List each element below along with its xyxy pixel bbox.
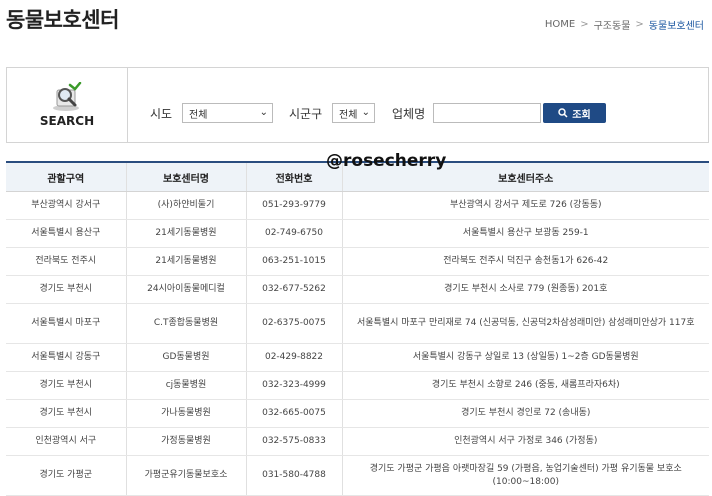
search-label: SEARCH <box>39 114 95 128</box>
search-panel: SEARCH 시도 전체 ⌄ 시군구 전체 ⌄ 업체명 조회 <box>6 67 709 143</box>
cell-name: 24시아이동물메디컬 <box>126 275 247 304</box>
cell-phone: 02-6375-0075 <box>246 303 343 344</box>
page-title: 동물보호센터 <box>6 8 119 32</box>
breadcrumb-current[interactable]: 동물보호센터 <box>649 17 704 32</box>
sido-select-value: 전체 <box>189 109 208 121</box>
breadcrumb: HOME > 구조동물 > 동물보호센터 <box>545 17 704 32</box>
chevron-down-icon: ⌄ <box>361 107 370 118</box>
table-row[interactable]: 전라북도 전주시 21세기동물병원 063-251-1015 전라북도 전주시 … <box>6 247 709 276</box>
table-row[interactable]: 경기도 가평군 가평군유기동물보호소 031-580-4788 경기도 가평군 … <box>6 455 709 496</box>
cell-address: 경기도 부천시 소사로 779 (원종동) 201호 <box>342 275 709 304</box>
column-header-name: 보호센터명 <box>126 161 247 192</box>
cell-name: (사)하얀비둘기 <box>126 191 247 220</box>
breadcrumb-rescued-animals[interactable]: 구조동물 <box>594 17 631 32</box>
search-button[interactable]: 조회 <box>543 103 606 123</box>
cell-phone: 02-749-6750 <box>246 219 343 248</box>
sigungu-select-value: 전체 <box>339 109 358 121</box>
cell-name: 21세기동물병원 <box>126 219 247 248</box>
sigungu-select[interactable]: 전체 ⌄ <box>332 103 375 123</box>
table-row[interactable]: 인천광역시 서구 가정동물병원 032-575-0833 인천광역시 서구 가정… <box>6 427 709 456</box>
search-label-block: SEARCH <box>7 68 128 142</box>
cell-address: 서울특별시 강동구 상일로 13 (상일동) 1~2층 GD동물병원 <box>342 343 709 372</box>
chevron-right-icon: > <box>635 19 644 30</box>
search-icon <box>558 108 568 118</box>
table-row[interactable]: 서울특별시 강동구 GD동물병원 02-429-8822 서울특별시 강동구 상… <box>6 343 709 372</box>
cell-region: 경기도 가평군 <box>6 455 127 496</box>
cell-phone: 063-251-1015 <box>246 247 343 276</box>
cell-name: cj동물병원 <box>126 371 247 400</box>
table-row[interactable]: 서울특별시 마포구 C.T종합동물병원 02-6375-0075 서울특별시 마… <box>6 303 709 344</box>
cell-region: 부산광역시 강서구 <box>6 191 127 220</box>
shelter-table: 관할구역 보호센터명 전화번호 보호센터주소 부산광역시 강서구 (사)하얀비둘… <box>6 161 709 496</box>
table-row[interactable]: 부산광역시 강서구 (사)하얀비둘기 051-293-9779 부산광역시 강서… <box>6 191 709 220</box>
search-button-label: 조회 <box>572 109 591 121</box>
cell-name: 21세기동물병원 <box>126 247 247 276</box>
cell-phone: 032-665-0075 <box>246 399 343 428</box>
company-label: 업체명 <box>392 107 426 121</box>
cell-address: 부산광역시 강서구 제도로 726 (강동동) <box>342 191 709 220</box>
sido-select[interactable]: 전체 ⌄ <box>182 103 273 123</box>
cell-name: 가평군유기동물보호소 <box>126 455 247 496</box>
cell-name: GD동물병원 <box>126 343 247 372</box>
breadcrumb-home[interactable]: HOME <box>545 19 575 30</box>
cell-address: 경기도 가평군 가평읍 아랫마장길 59 (가평읍, 농업기술센터) 가평 유기… <box>342 455 709 496</box>
column-header-region: 관할구역 <box>6 161 127 192</box>
cell-region: 서울특별시 용산구 <box>6 219 127 248</box>
cell-region: 서울특별시 강동구 <box>6 343 127 372</box>
watermark-text: @rosecherry <box>326 151 447 171</box>
company-name-input[interactable] <box>433 103 541 123</box>
cell-region: 서울특별시 마포구 <box>6 303 127 344</box>
chevron-down-icon: ⌄ <box>259 107 268 118</box>
cell-name: 가나동물병원 <box>126 399 247 428</box>
cell-region: 경기도 부천시 <box>6 399 127 428</box>
cell-phone: 031-580-4788 <box>246 455 343 496</box>
table-row[interactable]: 경기도 부천시 가나동물병원 032-665-0075 경기도 부천시 경인로 … <box>6 399 709 428</box>
cell-phone: 02-429-8822 <box>246 343 343 372</box>
cell-region: 전라북도 전주시 <box>6 247 127 276</box>
cell-phone: 032-575-0833 <box>246 427 343 456</box>
cell-address: 서울특별시 마포구 만리재로 74 (신공덕동, 신공덕2차삼성래미안) 삼성래… <box>342 303 709 344</box>
cell-address: 인천광역시 서구 가정로 346 (가정동) <box>342 427 709 456</box>
cell-name: 가정동물병원 <box>126 427 247 456</box>
cell-address: 전라북도 전주시 덕진구 송천동1가 626-42 <box>342 247 709 276</box>
cell-address: 경기도 부천시 소향로 246 (중동, 새롬프라자6차) <box>342 371 709 400</box>
cell-region: 인천광역시 서구 <box>6 427 127 456</box>
chevron-right-icon: > <box>580 19 589 30</box>
cell-name: C.T종합동물병원 <box>126 303 247 344</box>
sigungu-label: 시군구 <box>289 107 323 121</box>
table-row[interactable]: 경기도 부천시 cj동물병원 032-323-4999 경기도 부천시 소향로 … <box>6 371 709 400</box>
magnifier-folder-icon <box>53 82 82 111</box>
cell-address: 서울특별시 용산구 보광동 259-1 <box>342 219 709 248</box>
table-row[interactable]: 경기도 부천시 24시아이동물메디컬 032-677-5262 경기도 부천시 … <box>6 275 709 304</box>
cell-address: 경기도 부천시 경인로 72 (송내동) <box>342 399 709 428</box>
cell-phone: 051-293-9779 <box>246 191 343 220</box>
cell-phone: 032-323-4999 <box>246 371 343 400</box>
sido-label: 시도 <box>150 107 173 121</box>
cell-phone: 032-677-5262 <box>246 275 343 304</box>
cell-region: 경기도 부천시 <box>6 275 127 304</box>
table-row[interactable]: 서울특별시 용산구 21세기동물병원 02-749-6750 서울특별시 용산구… <box>6 219 709 248</box>
cell-region: 경기도 부천시 <box>6 371 127 400</box>
